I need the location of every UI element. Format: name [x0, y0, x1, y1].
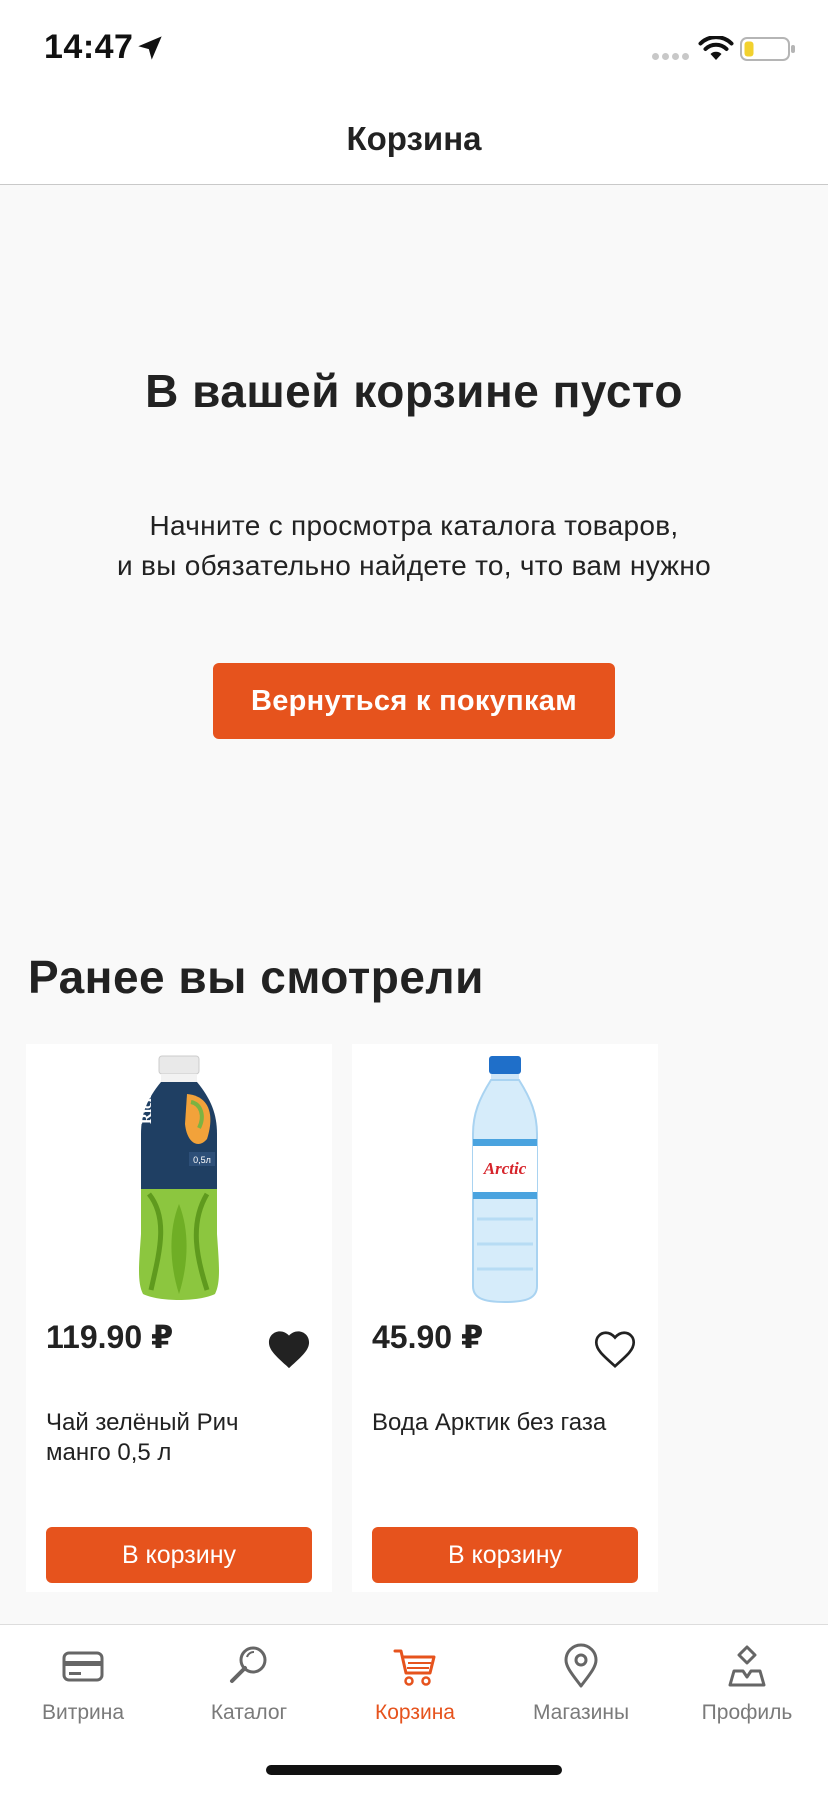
product-name[interactable]: Чай зелёный Рич манго 0,5 л	[46, 1408, 306, 1468]
empty-cart-text-line-1: Начните с просмотра каталога товаров,	[149, 510, 679, 541]
wifi-icon	[698, 36, 734, 60]
tab-label: Магазины	[532, 1701, 630, 1724]
empty-cart-text-line-2: и вы обязательно найдете то, что вам нуж…	[117, 550, 711, 581]
product-card[interactable]: 0,5л Rich 119.90 ₽ Чай зелёный Рич манго…	[26, 1044, 332, 1592]
heart-filled-icon[interactable]	[266, 1328, 312, 1370]
green-tea-bottle-image: 0,5л Rich	[139, 1055, 219, 1300]
heart-outline-icon[interactable]	[592, 1328, 638, 1370]
nav-header: Корзина	[0, 96, 828, 185]
svg-text:Rich: Rich	[139, 1093, 155, 1124]
tab-label: Профиль	[701, 1701, 793, 1724]
back-to-shopping-button[interactable]: Вернуться к покупкам	[213, 663, 615, 739]
status-time: 14:47	[44, 28, 134, 66]
add-to-cart-button[interactable]: В корзину	[372, 1527, 638, 1583]
product-price: 45.90 ₽	[372, 1319, 484, 1355]
svg-text:Arctic: Arctic	[483, 1159, 527, 1178]
add-to-cart-button[interactable]: В корзину	[46, 1527, 312, 1583]
recently-viewed-title: Ранее вы смотрели	[28, 951, 484, 1003]
card-icon	[62, 1651, 104, 1682]
product-name[interactable]: Вода Арктик без газа	[372, 1408, 632, 1438]
tab-showcase[interactable]: Витрина	[0, 1643, 166, 1725]
cellular-signal-icon	[652, 53, 689, 60]
svg-text:0,5л: 0,5л	[193, 1155, 211, 1165]
cart-icon	[393, 1649, 436, 1686]
profile-icon	[728, 1645, 766, 1687]
tab-stores[interactable]: Магазины	[498, 1643, 664, 1725]
location-arrow-icon	[138, 36, 162, 60]
tab-label: Каталог	[210, 1701, 288, 1724]
home-indicator[interactable]	[266, 1765, 562, 1775]
map-pin-icon	[564, 1643, 598, 1688]
tab-profile[interactable]: Профиль	[664, 1643, 828, 1725]
tab-catalog[interactable]: Каталог	[166, 1643, 332, 1725]
empty-cart-title: В вашей корзине пусто	[145, 365, 683, 417]
page-title: Корзина	[346, 120, 482, 157]
tab-label: Витрина	[41, 1701, 125, 1724]
battery-icon	[740, 37, 795, 61]
status-bar: 14:47	[0, 0, 828, 96]
product-price: 119.90 ₽	[46, 1319, 174, 1355]
empty-cart-text: Начните с просмотра каталога товаров, и …	[40, 506, 788, 586]
water-bottle-image: Arctic	[472, 1056, 538, 1304]
product-card[interactable]: Arctic 45.90 ₽ Вода Арктик без газа В ко…	[352, 1044, 658, 1592]
magnifier-icon	[230, 1646, 267, 1683]
tab-cart[interactable]: Корзина	[332, 1643, 498, 1725]
tab-label: Корзина	[375, 1701, 455, 1724]
